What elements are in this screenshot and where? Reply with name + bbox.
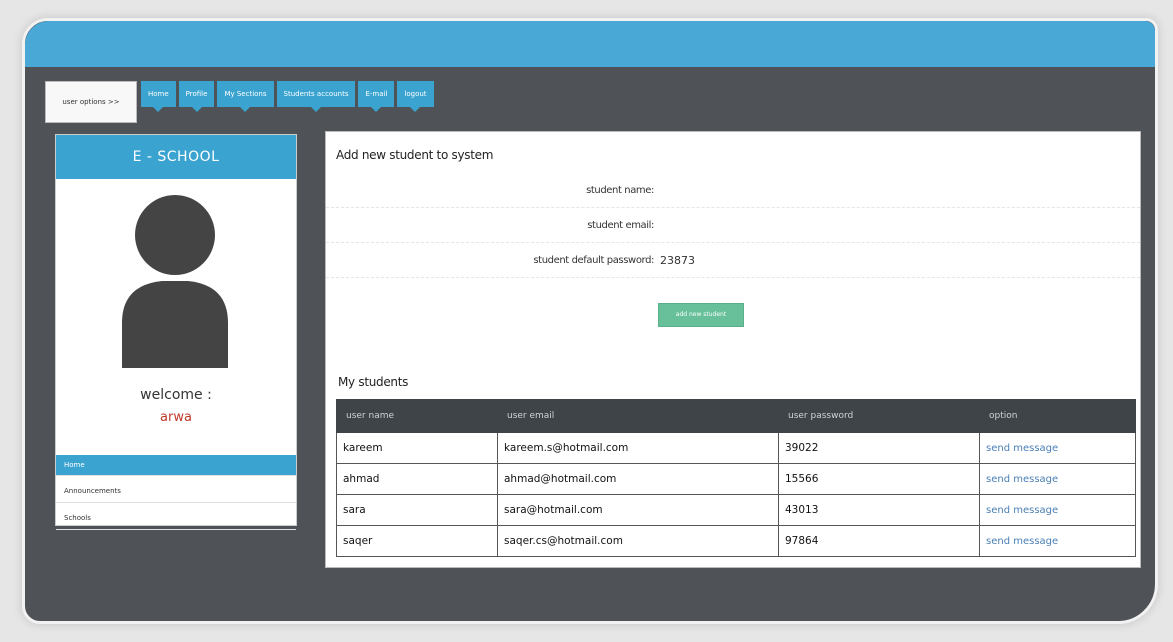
- nav-tab-email[interactable]: E-mail: [358, 81, 395, 112]
- nav-tab-home[interactable]: Home: [141, 81, 176, 112]
- nav-tab-students-accounts[interactable]: Students accounts: [276, 81, 356, 112]
- cell-user-email: sara@hotmail.com: [497, 494, 779, 526]
- column-header-option: option: [979, 399, 1136, 433]
- sidebar-menu: Home Announcements Schools: [56, 455, 296, 534]
- main-panel: Add new student to system student name: …: [325, 131, 1141, 568]
- my-students-title: My students: [338, 375, 409, 389]
- table-row: sara sara@hotmail.com 43013 send message: [336, 494, 1136, 526]
- nav-tab-profile[interactable]: Profile: [178, 81, 215, 112]
- avatar-icon: [122, 195, 228, 368]
- nav-tabs: Home Profile My Sections Students accoun…: [141, 81, 434, 112]
- student-email-row: student email:: [326, 212, 1140, 243]
- sidebar: E - SCHOOL welcome : arwa Home Announcem…: [55, 134, 297, 530]
- cell-user-name: saqer: [336, 525, 498, 557]
- students-table: user name user email user password optio…: [336, 399, 1136, 557]
- nav-tab-logout[interactable]: logout: [397, 81, 434, 112]
- sidebar-item-home[interactable]: Home: [56, 455, 296, 476]
- student-password-row: student default password: 23873: [326, 247, 1140, 278]
- username-label: arwa: [160, 410, 192, 425]
- nav-tab-my-sections[interactable]: My Sections: [217, 81, 274, 112]
- user-options-button[interactable]: user options >>: [45, 81, 137, 123]
- cell-user-password: 39022: [778, 432, 980, 464]
- column-header-user-password: user password: [778, 399, 980, 433]
- table-header-row: user name user email user password optio…: [336, 399, 1136, 433]
- cell-user-email: ahmad@hotmail.com: [497, 463, 779, 495]
- brand-title: E - SCHOOL: [56, 135, 296, 179]
- sidebar-item-announcements[interactable]: Announcements: [56, 480, 296, 503]
- cell-user-email: saqer.cs@hotmail.com: [497, 525, 779, 557]
- student-email-label: student email:: [587, 220, 654, 231]
- cell-user-email: kareem.s@hotmail.com: [497, 432, 779, 464]
- table-row: kareem kareem.s@hotmail.com 39022 send m…: [336, 432, 1136, 464]
- sidebar-item-schools[interactable]: Schools: [56, 507, 296, 530]
- send-message-link[interactable]: send message: [979, 432, 1136, 464]
- student-password-field[interactable]: 23873: [660, 254, 695, 267]
- top-banner: [25, 21, 1155, 67]
- welcome-label: welcome :: [140, 387, 212, 403]
- add-student-title: Add new student to system: [336, 148, 494, 162]
- column-header-user-name: user name: [336, 399, 498, 433]
- table-row: ahmad ahmad@hotmail.com 15566 send messa…: [336, 463, 1136, 495]
- cell-user-password: 15566: [778, 463, 980, 495]
- student-name-label: student name:: [586, 185, 654, 196]
- cell-user-name: kareem: [336, 432, 498, 464]
- student-name-row: student name:: [326, 177, 1140, 208]
- send-message-link[interactable]: send message: [979, 525, 1136, 557]
- send-message-link[interactable]: send message: [979, 494, 1136, 526]
- student-password-label: student default password:: [533, 255, 654, 266]
- cell-user-password: 97864: [778, 525, 980, 557]
- add-student-button[interactable]: add new student: [658, 303, 744, 327]
- column-header-user-email: user email: [497, 399, 779, 433]
- send-message-link[interactable]: send message: [979, 463, 1136, 495]
- cell-user-password: 43013: [778, 494, 980, 526]
- cell-user-name: ahmad: [336, 463, 498, 495]
- top-navigation: user options >> Home Profile My Sections…: [45, 81, 1155, 123]
- table-row: saqer saqer.cs@hotmail.com 97864 send me…: [336, 525, 1136, 557]
- cell-user-name: sara: [336, 494, 498, 526]
- app-window: user options >> Home Profile My Sections…: [22, 18, 1158, 624]
